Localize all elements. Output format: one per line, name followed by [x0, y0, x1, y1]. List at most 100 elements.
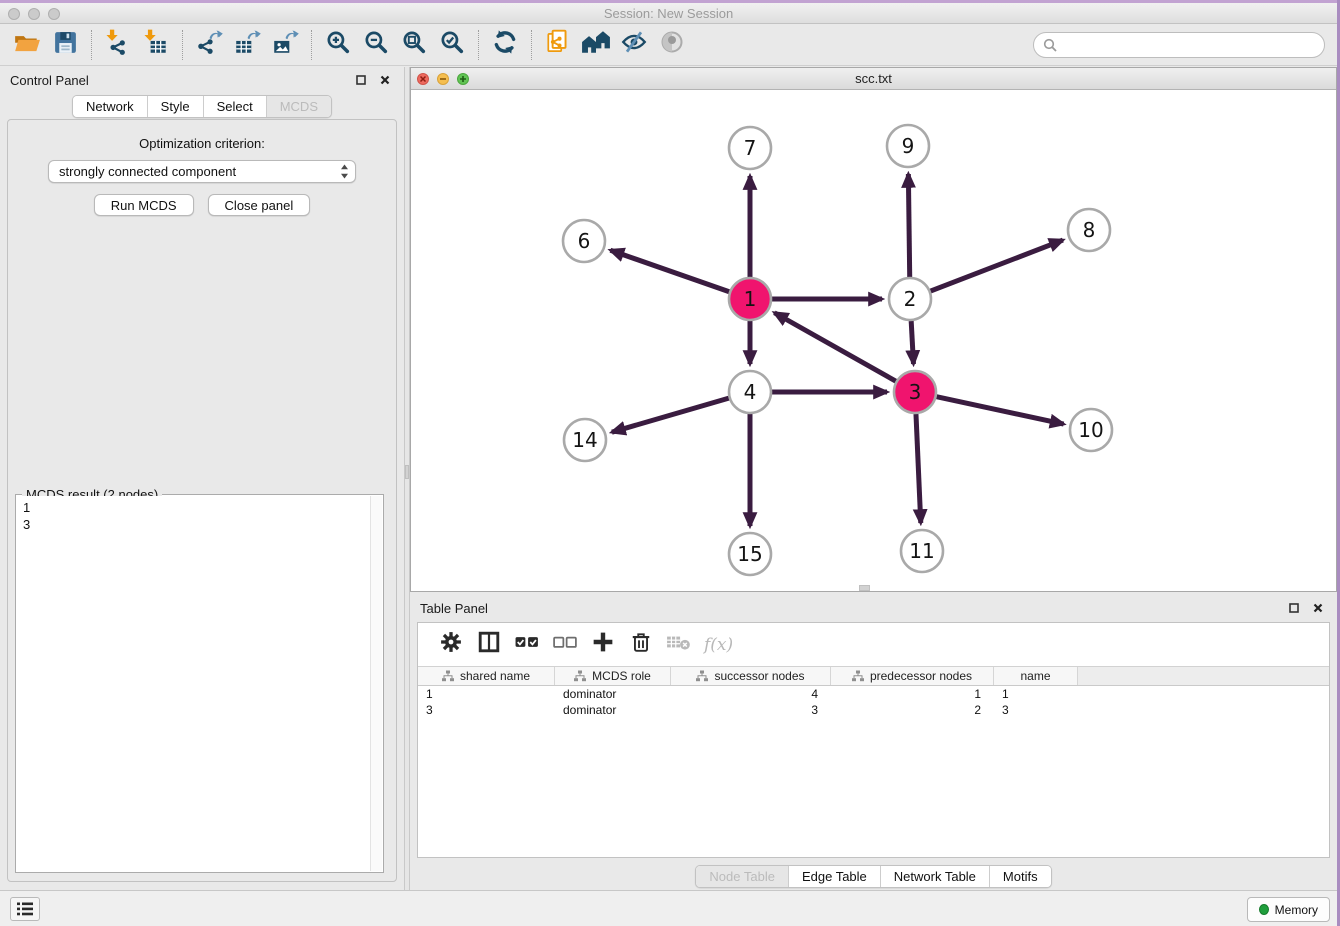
close-network-button[interactable] — [417, 73, 429, 85]
export-table-button[interactable] — [228, 28, 266, 62]
column-label: MCDS role — [592, 669, 651, 683]
mcds-result-scrollbar[interactable] — [370, 496, 382, 871]
tab-edge-table[interactable]: Edge Table — [788, 866, 880, 887]
run-mcds-button[interactable]: Run MCDS — [94, 194, 194, 216]
zoom-fit-button[interactable] — [395, 28, 433, 62]
graph-edge-3-11[interactable] — [916, 414, 921, 523]
column-header-successor-nodes[interactable]: successor nodes — [671, 667, 831, 685]
tab-mcds[interactable]: MCDS — [266, 96, 331, 117]
add-row-button[interactable] — [584, 630, 622, 660]
select-all-checks-button[interactable] — [508, 630, 546, 660]
table-cell[interactable]: 3 — [994, 702, 1078, 718]
tab-node-table[interactable]: Node Table — [696, 866, 788, 887]
tab-motifs[interactable]: Motifs — [989, 866, 1051, 887]
table-cell[interactable]: 1 — [418, 686, 555, 702]
select-stepper-icon — [340, 164, 349, 179]
save-session-button[interactable] — [46, 28, 84, 62]
control-panel: Control Panel NetworkStyleSelectMCDS Opt… — [0, 67, 404, 890]
table-cell[interactable]: 3 — [671, 702, 831, 718]
graph-edge-2-3[interactable] — [911, 321, 913, 364]
table-cell[interactable]: dominator — [555, 702, 671, 718]
close-panel-icon[interactable] — [376, 72, 394, 88]
graph-node-7[interactable]: 7 — [729, 127, 771, 169]
control-panel-title: Control Panel — [10, 73, 89, 88]
graph-node-9[interactable]: 9 — [887, 125, 929, 167]
tab-network-table[interactable]: Network Table — [880, 866, 989, 887]
table-cell[interactable]: dominator — [555, 686, 671, 702]
table-cell[interactable]: 4 — [671, 686, 831, 702]
table-cell[interactable]: 1 — [994, 686, 1078, 702]
graph-node-15[interactable]: 15 — [729, 533, 771, 575]
table-cell[interactable]: 1 — [831, 686, 994, 702]
graph-node-10[interactable]: 10 — [1070, 409, 1112, 451]
table-row[interactable]: 1dominator411 — [418, 686, 1329, 702]
splitter-handle[interactable] — [405, 465, 409, 479]
close-window-button[interactable] — [8, 8, 20, 20]
minimize-window-button[interactable] — [28, 8, 40, 20]
import-network-button[interactable] — [99, 28, 137, 62]
clone-network-button[interactable] — [539, 28, 577, 62]
deselect-all-checks-button[interactable] — [546, 630, 584, 660]
search-box[interactable] — [1033, 32, 1325, 58]
table-settings-button[interactable] — [432, 630, 470, 660]
graph-node-11[interactable]: 11 — [901, 530, 943, 572]
tab-network[interactable]: Network — [73, 96, 147, 117]
graph-node-4[interactable]: 4 — [729, 371, 771, 413]
home-first-neighbors-button[interactable] — [577, 28, 615, 62]
columns-button[interactable] — [470, 630, 508, 660]
zoom-network-button[interactable] — [457, 73, 469, 85]
float-panel-icon[interactable] — [352, 72, 370, 88]
column-header-predecessor-nodes[interactable]: predecessor nodes — [831, 667, 994, 685]
hide-selected-button[interactable] — [615, 28, 653, 62]
task-history-button[interactable] — [10, 897, 40, 921]
graph-node-1[interactable]: 1 — [729, 278, 771, 320]
import-table-button[interactable] — [137, 28, 175, 62]
graph-edge-4-14[interactable] — [612, 398, 729, 432]
graph-edge-3-1[interactable] — [774, 313, 895, 381]
graph-node-14[interactable]: 14 — [564, 419, 606, 461]
table-panel-title: Table Panel — [420, 601, 488, 616]
graph-node-6[interactable]: 6 — [563, 220, 605, 262]
close-table-panel-icon[interactable] — [1309, 600, 1327, 616]
minimize-network-button[interactable] — [437, 73, 449, 85]
export-network-button[interactable] — [190, 28, 228, 62]
mcds-result-box: MCDS result (2 nodes) 1 3 — [15, 494, 384, 873]
node-label: 6 — [578, 229, 591, 253]
graph-node-3[interactable]: 3 — [894, 371, 936, 413]
network-resize-grip[interactable] — [859, 585, 870, 591]
column-header-MCDS-role[interactable]: MCDS role — [555, 667, 671, 685]
graph-edge-2-8[interactable] — [931, 240, 1063, 291]
mcds-result-list[interactable]: 1 3 — [17, 496, 370, 871]
table-cell[interactable]: 2 — [831, 702, 994, 718]
float-table-panel-icon[interactable] — [1285, 600, 1303, 616]
table-row[interactable]: 3dominator323 — [418, 702, 1329, 718]
graph-edge-2-9[interactable] — [908, 174, 909, 277]
toolbar-separator — [91, 30, 92, 60]
memory-button[interactable]: Memory — [1247, 897, 1330, 922]
network-graph[interactable]: 7 9 6 8 1 2 4 3 14 10 15 11 — [411, 90, 1336, 591]
search-input[interactable] — [1062, 35, 1324, 55]
graph-node-2[interactable]: 2 — [889, 278, 931, 320]
column-header-shared-name[interactable]: shared name — [418, 667, 555, 685]
graph-edge-3-10[interactable] — [937, 397, 1064, 424]
zoom-in-button[interactable] — [319, 28, 357, 62]
graph-edge-1-6[interactable] — [610, 250, 729, 292]
refresh-button[interactable] — [486, 28, 524, 62]
graph-node-8[interactable]: 8 — [1068, 209, 1110, 251]
table-cell[interactable]: 3 — [418, 702, 555, 718]
network-window-titlebar[interactable]: scc.txt — [411, 68, 1336, 90]
tab-style[interactable]: Style — [147, 96, 203, 117]
network-canvas[interactable]: 7 9 6 8 1 2 4 3 14 10 15 11 — [411, 90, 1336, 591]
zoom-selected-button[interactable] — [433, 28, 471, 62]
home-first-neighbors-icon — [581, 28, 611, 61]
maximize-window-button[interactable] — [48, 8, 60, 20]
criterion-select[interactable]: strongly connected component — [48, 160, 356, 183]
tab-select[interactable]: Select — [203, 96, 266, 117]
open-session-button[interactable] — [8, 28, 46, 62]
delete-row-button[interactable] — [622, 630, 660, 660]
network-title: scc.txt — [855, 71, 892, 86]
column-header-name[interactable]: name — [994, 667, 1078, 685]
zoom-out-button[interactable] — [357, 28, 395, 62]
export-image-button[interactable] — [266, 28, 304, 62]
close-panel-button[interactable]: Close panel — [208, 194, 311, 216]
